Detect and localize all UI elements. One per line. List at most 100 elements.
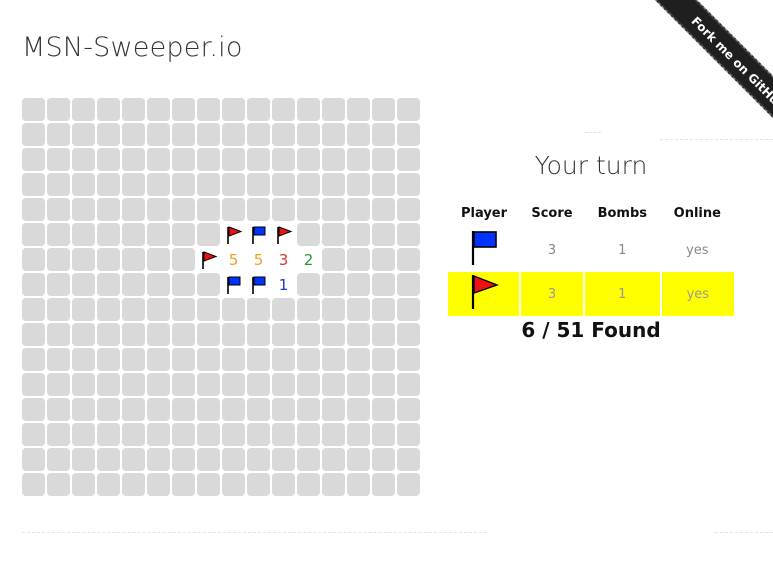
hidden-cell[interactable]: [47, 223, 70, 246]
hidden-cell[interactable]: [172, 148, 195, 171]
hidden-cell[interactable]: [372, 148, 395, 171]
hidden-cell[interactable]: [347, 448, 370, 471]
hidden-cell[interactable]: [322, 98, 345, 121]
hidden-cell[interactable]: [47, 148, 70, 171]
hidden-cell[interactable]: [372, 348, 395, 371]
hidden-cell[interactable]: [347, 273, 370, 296]
hidden-cell[interactable]: [122, 473, 145, 496]
hidden-cell[interactable]: [397, 348, 420, 371]
hidden-cell[interactable]: [147, 298, 170, 321]
hidden-cell[interactable]: [147, 423, 170, 446]
hidden-cell[interactable]: [122, 98, 145, 121]
hidden-cell[interactable]: [122, 173, 145, 196]
hidden-cell[interactable]: [97, 98, 120, 121]
hidden-cell[interactable]: [222, 373, 245, 396]
hidden-cell[interactable]: [72, 373, 95, 396]
hidden-cell[interactable]: [372, 198, 395, 221]
hidden-cell[interactable]: [272, 473, 295, 496]
hidden-cell[interactable]: [197, 273, 220, 296]
hidden-cell[interactable]: [47, 373, 70, 396]
hidden-cell[interactable]: [147, 323, 170, 346]
hidden-cell[interactable]: [172, 348, 195, 371]
hidden-cell[interactable]: [247, 373, 270, 396]
hidden-cell[interactable]: [172, 173, 195, 196]
hidden-cell[interactable]: [322, 198, 345, 221]
hidden-cell[interactable]: [272, 298, 295, 321]
hidden-cell[interactable]: [247, 348, 270, 371]
hidden-cell[interactable]: [272, 323, 295, 346]
hidden-cell[interactable]: [22, 223, 45, 246]
hidden-cell[interactable]: [222, 173, 245, 196]
hidden-cell[interactable]: [247, 323, 270, 346]
hidden-cell[interactable]: [97, 323, 120, 346]
hidden-cell[interactable]: [72, 348, 95, 371]
hidden-cell[interactable]: [247, 198, 270, 221]
hidden-cell[interactable]: [197, 423, 220, 446]
hidden-cell[interactable]: [397, 198, 420, 221]
hidden-cell[interactable]: [297, 223, 320, 246]
hidden-cell[interactable]: [97, 123, 120, 146]
hidden-cell[interactable]: [347, 223, 370, 246]
hidden-cell[interactable]: [72, 323, 95, 346]
hidden-cell[interactable]: [22, 448, 45, 471]
hidden-cell[interactable]: [372, 423, 395, 446]
hidden-cell[interactable]: [22, 298, 45, 321]
hidden-cell[interactable]: [22, 123, 45, 146]
hidden-cell[interactable]: [197, 448, 220, 471]
hidden-cell[interactable]: [322, 373, 345, 396]
hidden-cell[interactable]: [47, 473, 70, 496]
hidden-cell[interactable]: [222, 473, 245, 496]
hidden-cell[interactable]: [72, 423, 95, 446]
hidden-cell[interactable]: [297, 198, 320, 221]
hidden-cell[interactable]: [272, 148, 295, 171]
hidden-cell[interactable]: [347, 198, 370, 221]
hidden-cell[interactable]: [222, 323, 245, 346]
hidden-cell[interactable]: [397, 323, 420, 346]
hidden-cell[interactable]: [272, 373, 295, 396]
hidden-cell[interactable]: [197, 373, 220, 396]
hidden-cell[interactable]: [72, 123, 95, 146]
hidden-cell[interactable]: [97, 223, 120, 246]
hidden-cell[interactable]: [147, 448, 170, 471]
hidden-cell[interactable]: [397, 248, 420, 271]
hidden-cell[interactable]: [347, 248, 370, 271]
hidden-cell[interactable]: [372, 223, 395, 246]
hidden-cell[interactable]: [197, 148, 220, 171]
hidden-cell[interactable]: [97, 448, 120, 471]
hidden-cell[interactable]: [147, 98, 170, 121]
hidden-cell[interactable]: [97, 373, 120, 396]
hidden-cell[interactable]: [72, 273, 95, 296]
hidden-cell[interactable]: [72, 98, 95, 121]
hidden-cell[interactable]: [47, 423, 70, 446]
hidden-cell[interactable]: [72, 298, 95, 321]
hidden-cell[interactable]: [222, 98, 245, 121]
hidden-cell[interactable]: [397, 448, 420, 471]
hidden-cell[interactable]: [322, 123, 345, 146]
hidden-cell[interactable]: [322, 148, 345, 171]
hidden-cell[interactable]: [297, 323, 320, 346]
hidden-cell[interactable]: [147, 373, 170, 396]
hidden-cell[interactable]: [372, 373, 395, 396]
hidden-cell[interactable]: [22, 98, 45, 121]
hidden-cell[interactable]: [47, 448, 70, 471]
hidden-cell[interactable]: [172, 323, 195, 346]
hidden-cell[interactable]: [47, 123, 70, 146]
hidden-cell[interactable]: [297, 448, 320, 471]
hidden-cell[interactable]: [347, 423, 370, 446]
hidden-cell[interactable]: [322, 273, 345, 296]
hidden-cell[interactable]: [147, 123, 170, 146]
hidden-cell[interactable]: [347, 148, 370, 171]
hidden-cell[interactable]: [272, 173, 295, 196]
hidden-cell[interactable]: [347, 173, 370, 196]
hidden-cell[interactable]: [297, 398, 320, 421]
hidden-cell[interactable]: [297, 298, 320, 321]
hidden-cell[interactable]: [47, 348, 70, 371]
hidden-cell[interactable]: [247, 123, 270, 146]
hidden-cell[interactable]: [272, 348, 295, 371]
hidden-cell[interactable]: [222, 348, 245, 371]
hidden-cell[interactable]: [297, 348, 320, 371]
hidden-cell[interactable]: [197, 298, 220, 321]
hidden-cell[interactable]: [172, 448, 195, 471]
hidden-cell[interactable]: [72, 448, 95, 471]
hidden-cell[interactable]: [297, 148, 320, 171]
